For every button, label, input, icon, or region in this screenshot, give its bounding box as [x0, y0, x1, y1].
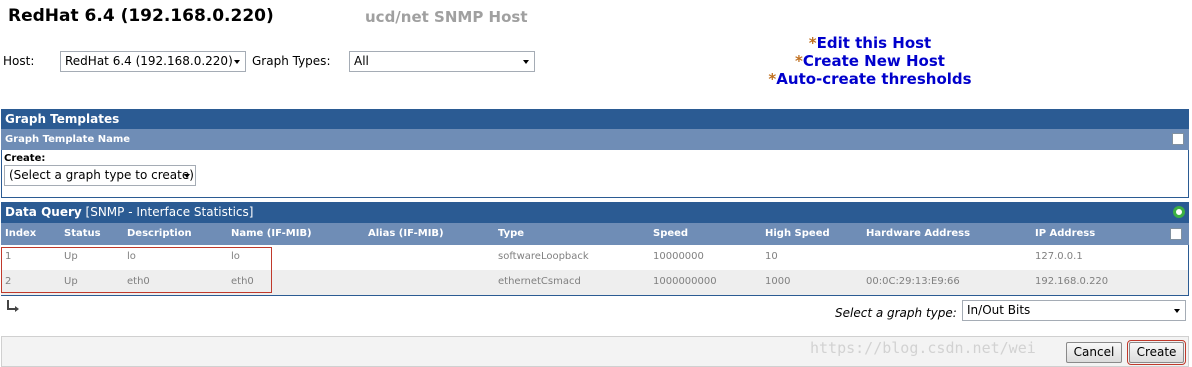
graph-type-to-create-value: (Select a graph type to create)	[9, 168, 194, 182]
edit-host-link[interactable]: *Edit this Host	[740, 34, 1000, 52]
auto-create-thresholds-link[interactable]: *Auto-create thresholds	[740, 70, 1000, 88]
column-alias: Alias (IF-MIB)	[368, 228, 444, 239]
graph-type-to-create-select[interactable]: (Select a graph type to create)	[4, 165, 196, 186]
column-description: Description	[127, 228, 192, 239]
star-icon: *	[795, 52, 803, 70]
create-label: Create:	[4, 153, 46, 164]
create-button[interactable]: Create	[1127, 340, 1186, 365]
select-graph-type-dropdown[interactable]: In/Out Bits	[962, 300, 1186, 321]
cell-ip-address: 127.0.0.1	[1035, 251, 1083, 262]
data-query-name: [SNMP - Interface Statistics]	[85, 205, 254, 219]
column-type: Type	[498, 228, 525, 239]
cell-type: ethernetCsmacd	[498, 276, 581, 287]
graph-templates-title: Graph Templates	[5, 112, 120, 126]
watermark-text: https://blog.csdn.net/wei	[810, 339, 1036, 357]
column-high-speed: High Speed	[765, 228, 830, 239]
chevron-down-icon	[184, 174, 190, 178]
select-graph-type-label: Select a graph type:	[835, 306, 957, 320]
chevron-down-icon	[234, 60, 240, 64]
host-template-name: ucd/net SNMP Host	[365, 8, 528, 26]
rows-highlight-box	[1, 247, 272, 293]
cell-type: softwareLoopback	[498, 251, 589, 262]
data-query-header: Data Query [SNMP - Interface Statistics]	[1, 202, 1189, 223]
column-name: Name (IF-MIB)	[231, 228, 312, 239]
host-select[interactable]: RedHat 6.4 (192.168.0.220)	[60, 51, 246, 72]
corner-arrow-head-icon	[15, 306, 19, 312]
auto-create-thresholds-link-label: Auto-create thresholds	[776, 70, 972, 88]
select-graph-type-value: In/Out Bits	[967, 303, 1031, 317]
column-ip-address: IP Address	[1035, 228, 1096, 239]
cell-high-speed: 1000	[765, 276, 791, 287]
page-title: RedHat 6.4 (192.168.0.220)	[8, 6, 274, 26]
graph-templates-header: Graph Templates	[1, 109, 1189, 129]
graph-types-select-value: All	[354, 54, 369, 68]
graph-template-name-column: Graph Template Name	[5, 134, 131, 145]
edit-host-link-label: Edit this Host	[816, 34, 932, 52]
cell-speed: 10000000	[653, 251, 704, 262]
graph-templates-column-header: Graph Template Name	[1, 129, 1189, 150]
chevron-down-icon	[523, 60, 529, 64]
select-all-interfaces-checkbox[interactable]	[1170, 228, 1182, 240]
host-actions: *Edit this Host *Create New Host *Auto-c…	[740, 34, 1000, 88]
create-host-link-label: Create New Host	[802, 52, 945, 70]
cell-high-speed: 10	[765, 251, 778, 262]
column-index: Index	[5, 228, 37, 239]
host-select-value: RedHat 6.4 (192.168.0.220)	[65, 54, 233, 68]
data-query-column-header: Index Status Description Name (IF-MIB) A…	[1, 223, 1189, 245]
cell-hardware-address: 00:0C:29:13:E9:66	[866, 276, 960, 287]
select-all-templates-checkbox[interactable]	[1172, 133, 1184, 145]
column-hardware-address: Hardware Address	[866, 228, 971, 239]
reload-query-icon[interactable]	[1173, 206, 1185, 218]
cell-speed: 1000000000	[653, 276, 717, 287]
host-label: Host:	[3, 54, 35, 68]
star-icon: *	[808, 34, 817, 52]
graph-types-select[interactable]: All	[349, 51, 535, 72]
create-host-link[interactable]: *Create New Host	[740, 52, 1000, 70]
column-status: Status	[64, 228, 101, 239]
graph-types-label: Graph Types:	[252, 54, 331, 68]
chevron-down-icon	[1174, 309, 1180, 313]
column-speed: Speed	[653, 228, 689, 239]
data-query-title: Data Query	[5, 205, 82, 219]
cancel-button[interactable]: Cancel	[1066, 342, 1122, 363]
cell-ip-address: 192.168.0.220	[1035, 276, 1109, 287]
